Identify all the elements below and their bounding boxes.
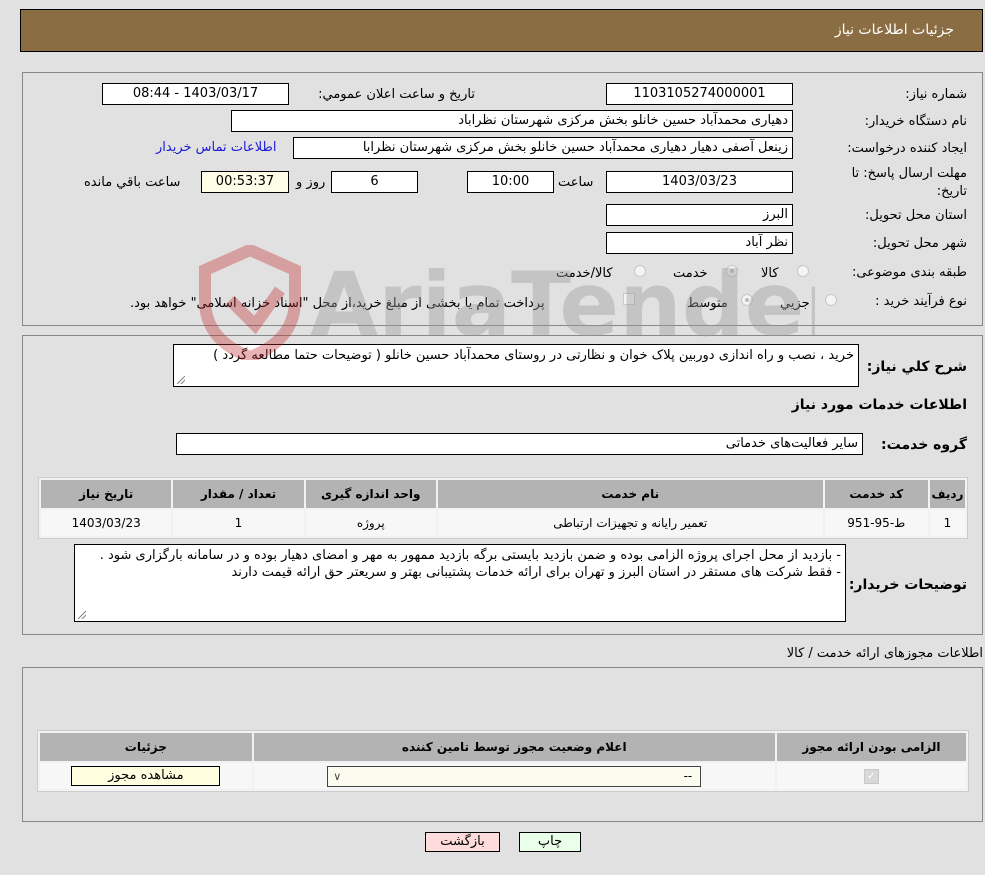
permits-section-title: اطلاعات مجوزهای ارائه خدمت / کالا	[786, 646, 983, 661]
description-label: شرح کلي نياز:	[866, 359, 967, 375]
city-field: نظر آباد	[606, 232, 793, 254]
remaining-time-field: 00:53:37	[201, 171, 289, 193]
permits-table-header: الزامی بودن ارائه مجوز اعلام وضعیت مجوز …	[40, 733, 966, 761]
services-table-wrap: ردیف کد خدمت نام خدمت واحد اندازه گیری ت…	[38, 477, 968, 539]
permit-required-checkbox[interactable]: ✓	[863, 769, 879, 784]
category-radio-goods-service[interactable]	[634, 265, 646, 277]
hour-label: ساعت	[558, 175, 594, 190]
page-title: جزئیات اطلاعات نیاز	[834, 22, 954, 38]
col-service-name: نام خدمت	[437, 480, 823, 508]
days-field: 6	[331, 171, 418, 193]
buyer-org-label: نام دستگاه خریدار:	[864, 114, 967, 129]
announce-label: تاريخ و ساعت اعلان عمومي:	[318, 87, 475, 102]
province-field: البرز	[606, 204, 793, 226]
treasury-checkbox[interactable]	[623, 293, 635, 305]
buyer-org-field: دهیاری محمدآباد حسین خانلو بخش مرکزی شهر…	[231, 110, 793, 132]
col-need-date: تاریخ نیاز	[41, 480, 172, 508]
table-row: ✓ -- ∨ مشاهده مجوز	[40, 763, 966, 789]
cell-need-date: 1403/03/23	[41, 510, 172, 536]
cell-unit: پروژه	[305, 510, 436, 536]
resize-grip-icon[interactable]	[177, 376, 185, 384]
need-number-label: شماره نیاز:	[905, 87, 967, 102]
buyer-notes-textarea[interactable]: - بازدید از محل اجرای پروژه الزامی بوده …	[74, 544, 846, 622]
process-label: نوع فرآیند خرید :	[875, 294, 967, 309]
process-radio-medium[interactable]	[741, 294, 753, 306]
category-option-goods-service: کالا/خدمت	[556, 266, 613, 281]
col-unit: واحد اندازه گیری	[305, 480, 436, 508]
cell-permit-required: ✓	[776, 763, 966, 789]
service-group-field: سایر فعالیت‌های خدماتی	[176, 433, 863, 455]
services-table-header: ردیف کد خدمت نام خدمت واحد اندازه گیری ت…	[41, 480, 965, 508]
buyer-notes-label: توضیحات خریدار:	[848, 577, 967, 593]
category-option-goods: کالا	[761, 266, 779, 281]
process-option-minor: جزيي	[780, 296, 810, 311]
col-permit-details: جزئیات	[40, 733, 252, 761]
col-quantity: تعداد / مقدار	[173, 480, 304, 508]
page-header: جزئیات اطلاعات نیاز	[20, 9, 983, 52]
requester-field: زینعل آصفی دهیار دهیاری محمدآباد حسین خا…	[293, 137, 793, 159]
deadline-date-field: 1403/03/23	[606, 171, 793, 193]
services-section-title: اطلاعات خدمات مورد نیاز	[791, 397, 967, 413]
buyer-contact-link[interactable]: اطلاعات تماس خریدار	[156, 140, 276, 155]
process-radio-minor[interactable]	[825, 294, 837, 306]
buyer-note-line-1: - بازدید از محل اجرای پروژه الزامی بوده …	[99, 548, 841, 563]
col-permit-status: اعلام وضعیت مجوز توسط تامین کننده	[253, 733, 775, 761]
requester-label: ایجاد کننده درخواست:	[847, 141, 967, 156]
col-row-number: ردیف	[929, 480, 965, 508]
resize-grip-icon[interactable]	[78, 611, 86, 619]
cell-service-name: تعمیر رایانه و تجهیزات ارتباطی	[437, 510, 823, 536]
cell-quantity: 1	[173, 510, 304, 536]
treasury-note: پرداخت تمام یا بخشی از مبلغ خرید،از محل …	[130, 296, 545, 311]
cell-row-number: 1	[929, 510, 965, 536]
category-radio-service[interactable]	[726, 265, 738, 277]
category-option-service: خدمت	[673, 266, 708, 281]
deadline-time-field: 10:00	[467, 171, 554, 193]
cell-service-code: ط-95-951	[824, 510, 928, 536]
permit-status-select[interactable]: -- ∨	[327, 765, 702, 787]
announce-field: 1403/03/17 - 08:44	[102, 83, 289, 105]
province-label: استان محل تحویل:	[865, 208, 967, 223]
back-button[interactable]: بازگشت	[425, 832, 500, 852]
table-row: 1 ط-95-951 تعمیر رایانه و تجهیزات ارتباط…	[41, 510, 965, 536]
print-button[interactable]: چاپ	[519, 832, 581, 852]
city-label: شهر محل تحویل:	[872, 236, 967, 251]
deadline-label: مهلت ارسال پاسخ: تا تاریخ:	[851, 166, 967, 199]
chevron-down-icon: ∨	[333, 769, 342, 783]
col-service-code: کد خدمت	[824, 480, 928, 508]
cell-permit-details: مشاهده مجوز	[40, 763, 252, 789]
cell-permit-status: -- ∨	[253, 763, 775, 789]
view-permit-button[interactable]: مشاهده مجوز	[71, 766, 221, 786]
days-label: روز و	[296, 175, 326, 190]
category-label: طبقه بندی موضوعی:	[851, 265, 967, 280]
services-table: ردیف کد خدمت نام خدمت واحد اندازه گیری ت…	[38, 477, 968, 539]
permits-table: الزامی بودن ارائه مجوز اعلام وضعیت مجوز …	[37, 730, 969, 792]
col-permit-required: الزامی بودن ارائه مجوز	[776, 733, 966, 761]
description-textarea[interactable]: خرید ، نصب و راه اندازی دوربین پلاک خوان…	[173, 344, 859, 387]
need-number-field: 1103105274000001	[606, 83, 793, 105]
buyer-note-line-2: - فقط شرکت های مستقر در استان البرز و ته…	[231, 565, 841, 580]
service-group-label: گروه خدمت:	[881, 437, 967, 453]
remaining-label: ساعت باقي مانده	[84, 175, 181, 190]
permits-table-wrap: الزامی بودن ارائه مجوز اعلام وضعیت مجوز …	[37, 730, 969, 792]
process-option-medium: متوسط	[687, 296, 728, 311]
permit-status-value: --	[683, 768, 693, 783]
description-text: خرید ، نصب و راه اندازی دوربین پلاک خوان…	[213, 348, 854, 363]
category-radio-goods[interactable]	[797, 265, 809, 277]
